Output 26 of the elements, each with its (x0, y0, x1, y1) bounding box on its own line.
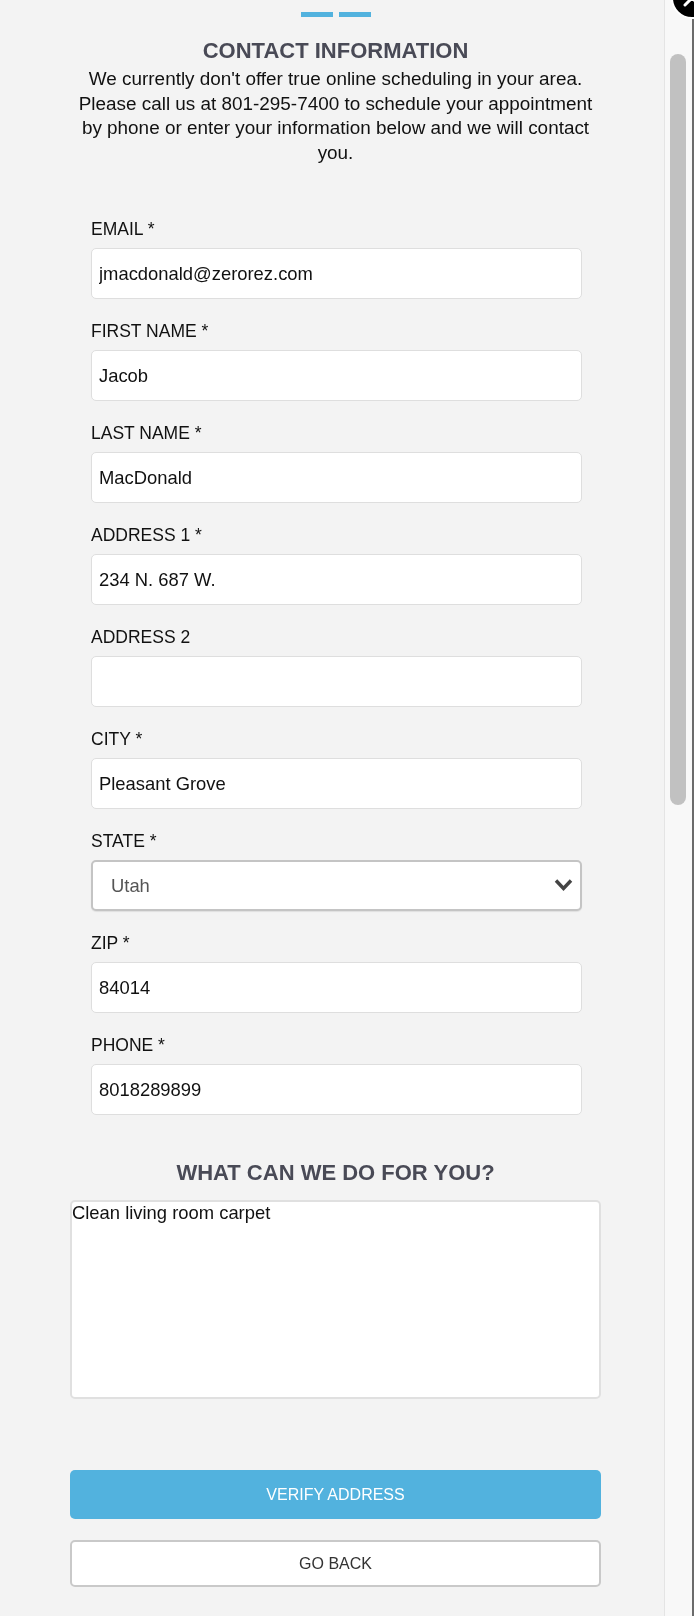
section-title: CONTACT INFORMATION (202, 38, 469, 64)
message-textarea[interactable]: Clean living room carpet (70, 1200, 601, 1400)
field-label: PHONE * (91, 1035, 165, 1056)
input-field[interactable] (91, 656, 582, 708)
field-label: ADDRESS 1 * (91, 525, 202, 546)
section-title: WHAT CAN WE DO FOR YOU? (176, 1160, 495, 1187)
input-field[interactable]: 234 N. 687 W. (91, 554, 582, 606)
field-label: CITY * (91, 729, 143, 750)
input-field[interactable]: 84014 (91, 962, 582, 1014)
dropdown-field[interactable]: Utah (91, 860, 582, 912)
input-field[interactable]: Jacob (91, 350, 582, 402)
input-field[interactable]: Pleasant Grove (91, 758, 582, 810)
notice-text: We currently don't offer true online scheduling in your area. Please call us at 801-295-7400 to schedule your appointment by phone or enter your information below and we will contact you. (77, 67, 594, 165)
field-label: FIRST NAME * (91, 321, 209, 342)
close-icon[interactable] (670, 0, 694, 20)
scrollbar-thumb[interactable] (670, 54, 686, 805)
field-label: EMAIL * (91, 219, 155, 240)
field-label: ZIP * (91, 933, 130, 954)
input-field[interactable]: 8018289899 (91, 1064, 582, 1116)
field-label: STATE * (91, 831, 157, 852)
field-label: LAST NAME * (91, 423, 202, 444)
field-label: ADDRESS 2 (91, 627, 191, 648)
input-field[interactable]: jmacdonald@zerorez.com (91, 248, 582, 300)
back-button[interactable]: GO BACK (70, 1540, 601, 1588)
input-field[interactable]: MacDonald (91, 452, 582, 504)
chevron-down-icon (554, 879, 573, 893)
